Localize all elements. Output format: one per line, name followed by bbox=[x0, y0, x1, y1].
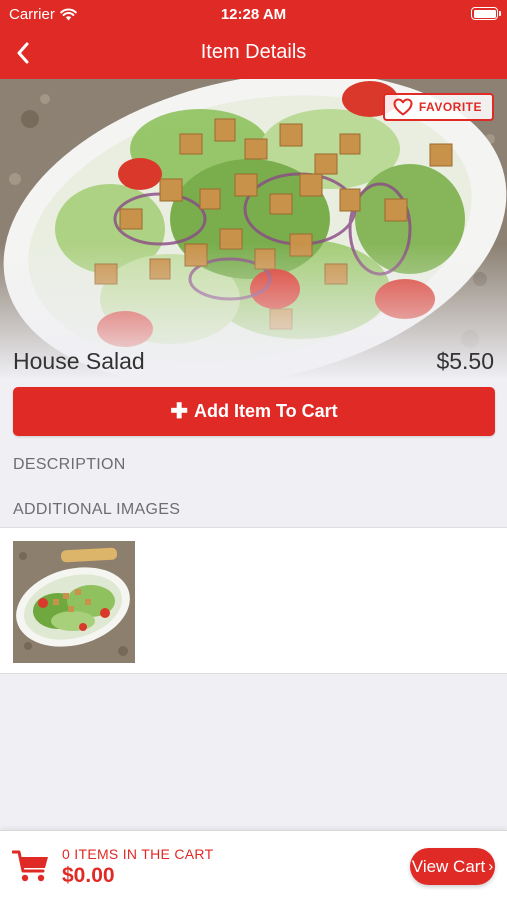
cart-total: $0.00 bbox=[62, 864, 115, 887]
status-time: 12:28 AM bbox=[220, 6, 287, 23]
heart-outline-icon bbox=[393, 98, 413, 116]
cart-bar: 0 ITEMS IN THE CART $0.00 View Cart › bbox=[0, 830, 507, 900]
additional-image-thumbnail[interactable] bbox=[13, 541, 135, 663]
cart-item-count: 0 ITEMS IN THE CART bbox=[62, 846, 214, 862]
salad-photo bbox=[0, 79, 507, 379]
item-price: $5.50 bbox=[436, 348, 494, 374]
plus-icon: ✚ bbox=[170, 400, 188, 423]
status-bar: Carrier 12:28 AM bbox=[0, 0, 507, 28]
favorite-button[interactable]: FAVORITE bbox=[382, 93, 494, 121]
add-to-cart-label: Add Item To Cart bbox=[193, 401, 338, 421]
app-header: Carrier 12:28 AM Item Details bbox=[0, 0, 507, 79]
item-name: House Salad bbox=[13, 348, 145, 374]
page-title: Item Details bbox=[200, 41, 307, 63]
nav-bar: Item Details bbox=[0, 28, 507, 79]
item-hero-image: FAVORITE bbox=[0, 79, 507, 379]
favorite-label: FAVORITE bbox=[418, 100, 482, 114]
battery-icon bbox=[471, 7, 501, 20]
chevron-right-icon: › bbox=[488, 858, 494, 875]
add-to-cart-button[interactable]: ✚ Add Item To Cart bbox=[13, 387, 495, 436]
description-heading: DESCRIPTION bbox=[13, 456, 126, 473]
view-cart-label: View Cart bbox=[411, 856, 486, 876]
view-cart-button[interactable]: View Cart › bbox=[410, 848, 495, 885]
additional-images-list bbox=[0, 527, 507, 674]
salad-thumbnail-photo bbox=[13, 541, 135, 663]
additional-images-heading: ADDITIONAL IMAGES bbox=[13, 501, 181, 518]
shopping-cart-icon[interactable] bbox=[12, 849, 50, 883]
